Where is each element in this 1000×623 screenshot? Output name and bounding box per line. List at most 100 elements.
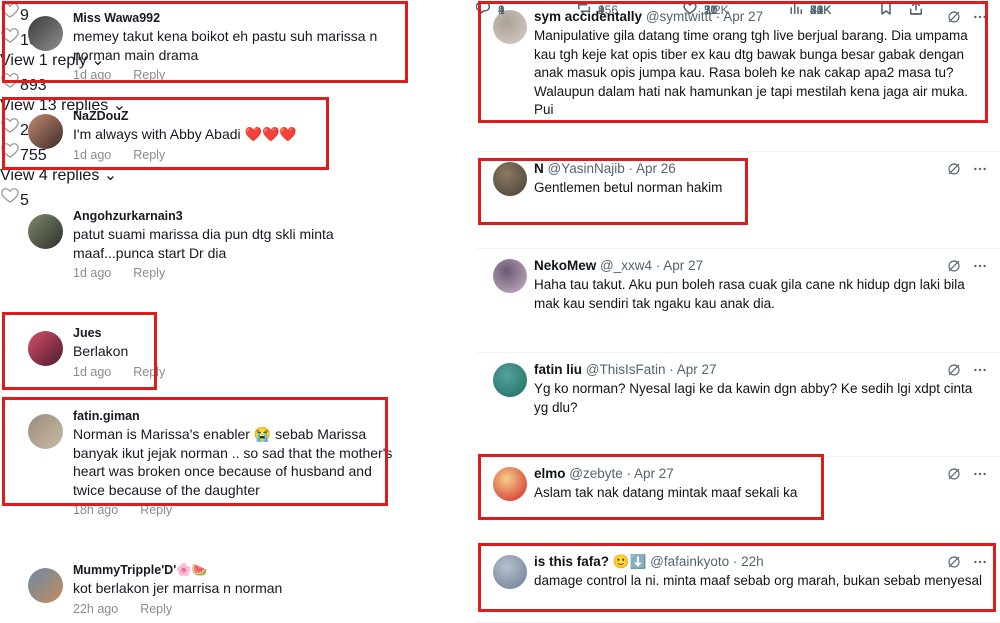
tweet-date[interactable]: · Apr 27: [627, 466, 674, 481]
avatar[interactable]: [28, 568, 63, 603]
heart-icon[interactable]: [0, 143, 20, 164]
tweet-item[interactable]: elmo @zebyte · Apr 27 Aslam tak nak datan…: [476, 457, 1000, 545]
tweet-header: is this fafa? 🙂⬇️ @fafainkyoto · 22h: [534, 553, 986, 571]
share-button[interactable]: [908, 0, 924, 19]
avatar[interactable]: [28, 414, 63, 449]
bookmark-button[interactable]: [878, 0, 894, 19]
reply-button[interactable]: Reply: [133, 68, 165, 82]
display-name[interactable]: N: [534, 161, 544, 176]
comment-time: 1d ago: [73, 364, 112, 379]
like-count: 5: [20, 192, 29, 209]
comment-username[interactable]: MummyTripple'D'🌸🍉: [73, 562, 403, 578]
avatar[interactable]: [493, 363, 527, 397]
reply-icon[interactable]: [476, 0, 492, 19]
tweet-item[interactable]: N @YasinNajib · Apr 26 Gentlemen betul no…: [476, 152, 1000, 249]
comment-meta: 1d ago Reply: [73, 147, 403, 163]
tweet-body: elmo @zebyte · Apr 27 Aslam tak nak datan…: [534, 465, 986, 503]
heart-icon[interactable]: [0, 28, 20, 49]
grok-icon[interactable]: [946, 362, 962, 383]
like-count: 50: [704, 2, 718, 17]
grok-icon[interactable]: [946, 9, 962, 30]
tweet-item[interactable]: NekoMew @_xxw4 · Apr 27 Haha tau takut. A…: [476, 249, 1000, 353]
display-name[interactable]: is this fafa? 🙂⬇️: [534, 554, 646, 569]
avatar[interactable]: [28, 331, 63, 366]
comment-body: fatin.giman Norman is Marissa's enabler 😭…: [73, 408, 403, 518]
like-button[interactable]: 5: [0, 185, 468, 210]
comment-body: Miss Wawa992 memey takut kena boikot eh p…: [73, 10, 403, 83]
reply-button[interactable]: Reply: [140, 503, 172, 517]
avatar[interactable]: [493, 467, 527, 501]
tweet-text: Manipulative gila datang time orang tgh …: [534, 28, 968, 117]
like-button[interactable]: 50: [682, 0, 717, 19]
comment-text: memey takut kena boikot eh pastu suh mar…: [73, 28, 378, 63]
heart-icon[interactable]: [0, 73, 20, 94]
heart-icon[interactable]: [0, 188, 20, 209]
like-count: 893: [20, 77, 47, 94]
display-name[interactable]: elmo: [534, 466, 566, 481]
user-handle[interactable]: @_xxw4: [600, 258, 652, 273]
user-handle[interactable]: @zebyte: [569, 466, 622, 481]
comment-username[interactable]: Jues: [73, 325, 403, 341]
tweet-date[interactable]: · Apr 27: [669, 362, 716, 377]
more-icon[interactable]: [972, 258, 988, 279]
comment-body: Angohzurkarnain3 patut suami marissa dia …: [73, 208, 403, 281]
tweet-date[interactable]: · Apr 26: [629, 161, 676, 176]
tweet-top-actions: [946, 362, 988, 383]
more-icon[interactable]: [972, 9, 988, 30]
more-icon[interactable]: [972, 161, 988, 182]
user-handle[interactable]: @YasinNajib: [548, 161, 625, 176]
bookmark-icon[interactable]: [878, 0, 894, 19]
view-replies-link[interactable]: View 4 replies ⌄: [0, 165, 468, 185]
tweet-text: Aslam tak nak datang mintak maaf sekali …: [534, 485, 798, 500]
reply-button[interactable]: Reply: [133, 148, 165, 162]
reply-button[interactable]: Reply: [140, 602, 172, 616]
tweet-item[interactable]: sym accidentally @symtwittt · Apr 27 Mani…: [476, 0, 1000, 152]
display-name[interactable]: NekoMew: [534, 258, 596, 273]
like-count: 9: [20, 7, 29, 24]
comment-body: Jues Berlakon 1d ago Reply: [73, 325, 403, 380]
comment-text: kot berlakon jer marrisa n norman: [73, 580, 283, 596]
grok-icon[interactable]: [946, 554, 962, 575]
avatar[interactable]: [28, 214, 63, 249]
tweet-date[interactable]: · Apr 27: [656, 258, 703, 273]
comment-time: 1d ago: [73, 266, 112, 280]
heart-icon[interactable]: [0, 3, 20, 24]
more-icon[interactable]: [972, 362, 988, 383]
comment-meta: 1d ago Reply: [73, 265, 403, 281]
comment-username[interactable]: Angohzurkarnain3: [73, 208, 403, 224]
comment-time: 22h ago: [73, 601, 119, 616]
avatar[interactable]: [493, 555, 527, 589]
display-name[interactable]: fatin liu: [534, 362, 582, 377]
views-button[interactable]: 40K: [788, 0, 831, 19]
retweet-button[interactable]: 9: [576, 0, 605, 19]
grok-icon[interactable]: [946, 161, 962, 182]
comment-username[interactable]: Miss Wawa992: [73, 10, 403, 26]
like-icon[interactable]: [682, 0, 698, 19]
tweet-date[interactable]: · 22h: [733, 554, 764, 569]
avatar[interactable]: [493, 162, 527, 196]
twitter-replies-panel: sym accidentally @symtwittt · Apr 27 Mani…: [476, 0, 1000, 623]
tweet-top-actions: [946, 9, 988, 30]
user-handle[interactable]: @fafainkyoto: [650, 554, 729, 569]
retweet-icon[interactable]: [576, 0, 592, 19]
grok-icon[interactable]: [946, 258, 962, 279]
tweet-item[interactable]: fatin liu @ThisIsFatin · Apr 27 Yg ko nor…: [476, 353, 1000, 457]
tweet-item[interactable]: is this fafa? 🙂⬇️ @fafainkyoto · 22h dama…: [476, 545, 1000, 623]
user-handle[interactable]: @ThisIsFatin: [586, 362, 666, 377]
share-icon[interactable]: [908, 0, 924, 19]
more-icon[interactable]: [972, 554, 988, 575]
tweet-header: N @YasinNajib · Apr 26: [534, 160, 986, 178]
reply-button[interactable]: [476, 0, 498, 19]
avatar[interactable]: [28, 114, 63, 149]
comment-username[interactable]: NaZDouZ: [73, 108, 403, 124]
comment-username[interactable]: fatin.giman: [73, 408, 403, 424]
more-icon[interactable]: [972, 466, 988, 487]
avatar[interactable]: [493, 259, 527, 293]
views-icon[interactable]: [788, 0, 804, 19]
heart-icon[interactable]: [0, 118, 20, 139]
reply-button[interactable]: Reply: [133, 365, 165, 379]
reply-button[interactable]: Reply: [133, 266, 165, 280]
avatar[interactable]: [28, 16, 63, 51]
grok-icon[interactable]: [946, 466, 962, 487]
comment-text: Berlakon: [73, 343, 129, 359]
